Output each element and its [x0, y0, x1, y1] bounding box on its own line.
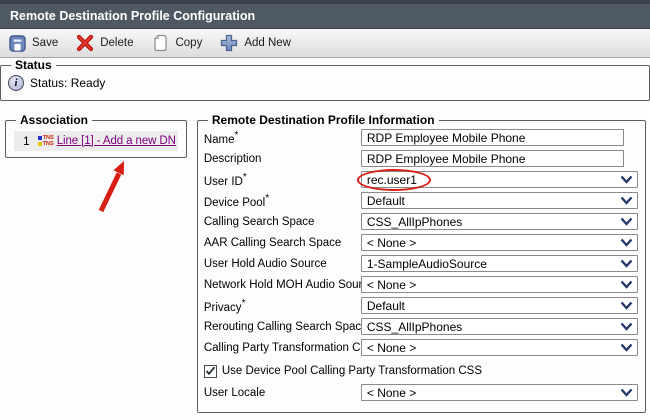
- user-hold-audio-source-selected-value: 1-SampleAudioSource: [362, 257, 487, 271]
- aar-calling-search-space-select[interactable]: < None >: [361, 234, 638, 251]
- save-button[interactable]: Save: [8, 34, 58, 52]
- form-row-calling-party-transformation-css: Calling Party Transformation CSS< None >: [204, 339, 639, 356]
- required-asterisk: *: [235, 130, 239, 141]
- calling-party-transformation-css-label: Calling Party Transformation CSS: [204, 342, 361, 354]
- device-pool-select[interactable]: Default: [361, 192, 638, 209]
- form-row-rerouting-calling-search-space: Rerouting Calling Search SpaceCSS_AllIpP…: [204, 318, 639, 335]
- chevron-down-icon: [620, 301, 633, 310]
- form-row-user-hold-audio-source: User Hold Audio Source1-SampleAudioSourc…: [204, 255, 639, 272]
- form-row-description: Description: [204, 150, 639, 167]
- form-row-calling-search-space: Calling Search SpaceCSS_AllIpPhones: [204, 213, 639, 230]
- name-label: Name*: [204, 130, 361, 146]
- delete-button-label: Delete: [100, 37, 133, 49]
- calling-search-space-label: Calling Search Space: [204, 216, 361, 228]
- form-row-device-pool: Device Pool*Default: [204, 192, 639, 209]
- privacy-label: Privacy*: [204, 298, 361, 314]
- toolbar: Save Delete Copy Add New: [0, 29, 650, 58]
- rdp-info-section: Remote Destination Profile Information N…: [197, 113, 646, 413]
- rerouting-calling-search-space-select[interactable]: CSS_AllIpPhones: [361, 318, 638, 335]
- save-icon: [8, 34, 26, 52]
- chevron-down-icon: [620, 217, 633, 226]
- form-rows: Name*DescriptionUser ID*rec.user1Device …: [204, 129, 639, 401]
- required-asterisk: *: [242, 298, 246, 309]
- required-asterisk: *: [265, 193, 269, 204]
- chevron-down-icon: [620, 280, 633, 289]
- device-pool-label: Device Pool*: [204, 193, 361, 209]
- chevron-down-icon: [620, 343, 633, 352]
- delete-icon: [76, 34, 94, 52]
- add-new-button-label: Add New: [244, 37, 291, 49]
- copy-button[interactable]: Copy: [151, 34, 202, 52]
- copy-icon: [151, 34, 169, 52]
- chevron-down-icon: [620, 259, 633, 268]
- content-columns: Association 1 TNS TNS Line [1] - Add a n…: [5, 113, 646, 413]
- association-row: 1 TNS TNS Line [1] - Add a new DN: [14, 131, 178, 151]
- name-input[interactable]: [361, 129, 624, 146]
- user-hold-audio-source-label: User Hold Audio Source: [204, 258, 361, 270]
- aar-calling-search-space-label: AAR Calling Search Space: [204, 237, 361, 249]
- form-row-network-hold-moh-audio-source: Network Hold MOH Audio Source< None >: [204, 276, 639, 293]
- user-locale-select[interactable]: < None >: [361, 384, 638, 401]
- chevron-down-icon: [620, 175, 633, 184]
- network-hold-moh-audio-source-label: Network Hold MOH Audio Source: [204, 279, 361, 291]
- chevron-down-icon: [620, 238, 633, 247]
- description-input[interactable]: [361, 150, 624, 167]
- use-device-pool-calling-party-transformation-css-label: Use Device Pool Calling Party Transforma…: [222, 365, 482, 377]
- add-new-button[interactable]: Add New: [220, 34, 291, 52]
- association-section: Association 1 TNS TNS Line [1] - Add a n…: [5, 113, 187, 158]
- page-title-bar: Remote Destination Profile Configuration: [0, 4, 650, 29]
- form-row-name: Name*: [204, 129, 639, 146]
- add-new-dn-link[interactable]: Line [1] - Add a new DN: [57, 135, 176, 147]
- save-button-label: Save: [32, 37, 58, 49]
- chevron-down-icon: [620, 322, 633, 331]
- delete-button[interactable]: Delete: [76, 34, 133, 52]
- user-locale-selected-value: < None >: [362, 386, 416, 400]
- status-legend: Status: [11, 58, 56, 72]
- form-row-use-device-pool-calling-party-transformation-css: Use Device Pool Calling Party Transforma…: [204, 363, 639, 379]
- calling-search-space-select[interactable]: CSS_AllIpPhones: [361, 213, 638, 230]
- user-id-label: User ID*: [204, 172, 361, 188]
- status-section: Status i Status: Ready: [0, 58, 650, 101]
- device-pool-selected-value: Default: [362, 194, 405, 208]
- page-title: Remote Destination Profile Configuration: [10, 9, 255, 23]
- association-legend: Association: [16, 113, 92, 127]
- add-new-icon: [220, 34, 238, 52]
- calling-party-transformation-css-selected-value: < None >: [362, 341, 416, 355]
- aar-calling-search-space-selected-value: < None >: [362, 236, 416, 250]
- calling-search-space-selected-value: CSS_AllIpPhones: [362, 215, 462, 229]
- calling-party-transformation-css-select[interactable]: < None >: [361, 339, 638, 356]
- chevron-down-icon: [620, 196, 633, 205]
- association-row-number: 1: [23, 134, 30, 148]
- description-label: Description: [204, 153, 361, 165]
- form-row-user-locale: User Locale< None >: [204, 384, 639, 401]
- user-id-select[interactable]: rec.user1: [361, 171, 638, 188]
- chevron-down-icon: [620, 388, 633, 397]
- user-id-selected-value: rec.user1: [362, 173, 417, 187]
- status-text: Status: Ready: [30, 76, 105, 90]
- status-row: i Status: Ready: [7, 74, 643, 94]
- privacy-select[interactable]: Default: [361, 297, 638, 314]
- user-locale-label: User Locale: [204, 387, 361, 399]
- user-hold-audio-source-select[interactable]: 1-SampleAudioSource: [361, 255, 638, 272]
- privacy-selected-value: Default: [362, 299, 405, 313]
- form-legend: Remote Destination Profile Information: [208, 113, 439, 127]
- required-asterisk: *: [243, 172, 247, 183]
- rerouting-calling-search-space-label: Rerouting Calling Search Space: [204, 321, 361, 333]
- use-device-pool-calling-party-transformation-css-checkbox[interactable]: [204, 365, 217, 378]
- network-hold-moh-audio-source-select[interactable]: < None >: [361, 276, 638, 293]
- form-row-aar-calling-search-space: AAR Calling Search Space< None >: [204, 234, 639, 251]
- line-icon: TNS TNS: [38, 135, 54, 147]
- form-row-privacy: Privacy*Default: [204, 297, 639, 314]
- form-row-user-id: User ID*rec.user1: [204, 171, 639, 188]
- copy-button-label: Copy: [175, 37, 202, 49]
- rerouting-calling-search-space-selected-value: CSS_AllIpPhones: [362, 320, 462, 334]
- network-hold-moh-audio-source-selected-value: < None >: [362, 278, 416, 292]
- info-icon: i: [8, 75, 24, 91]
